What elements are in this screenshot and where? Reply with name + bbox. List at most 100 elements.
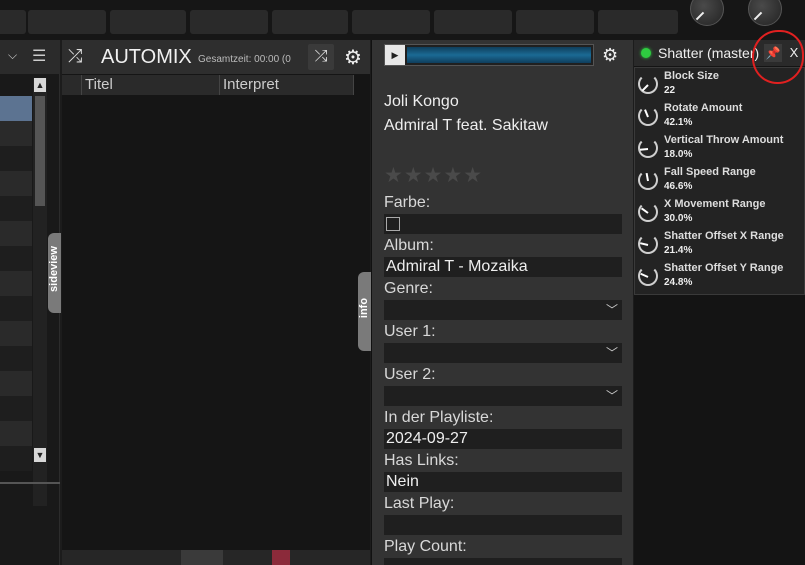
play-icon[interactable]: ▶	[385, 45, 405, 65]
top-button-1[interactable]	[0, 10, 26, 34]
list-item[interactable]	[0, 446, 32, 471]
track-title: Joli Kongo	[384, 93, 459, 110]
param-vertical-throw: Vertical Throw Amount 18.0%	[635, 132, 805, 164]
list-item[interactable]	[0, 196, 32, 221]
list-options-icon[interactable]: ☰	[32, 46, 46, 66]
automix-total-time: Gesamtzeit: 00:00 (0	[198, 54, 291, 65]
param-name: Vertical Throw Amount	[664, 134, 784, 146]
waveform[interactable]	[407, 47, 591, 63]
param-name: Shatter Offset Y Range	[664, 262, 784, 274]
top-button-7[interactable]	[434, 10, 512, 34]
column-header-artist[interactable]: Interpret	[220, 75, 354, 95]
shuffle-icon[interactable]: ⤮	[68, 46, 82, 67]
album-field[interactable]: Admiral T - Mozaika	[384, 257, 622, 277]
param-name: Shatter Offset X Range	[664, 230, 784, 242]
list-item-selected[interactable]	[0, 96, 32, 121]
param-x-movement: X Movement Range 30.0%	[635, 196, 805, 228]
knob-icon[interactable]	[638, 234, 658, 254]
scroll-up-icon[interactable]: ▲	[34, 78, 46, 92]
lastplay-field[interactable]	[384, 515, 622, 535]
shuffle-button[interactable]: ⤮	[308, 44, 334, 70]
info-panel: ▶ ⚙ Joli Kongo Admiral T feat. Sakitaw ★…	[371, 40, 633, 565]
knob-icon[interactable]	[638, 138, 658, 158]
field-label-genre: Genre:	[384, 280, 433, 297]
deck-knob-left[interactable]	[690, 0, 724, 26]
color-field[interactable]	[384, 214, 622, 234]
knob-icon[interactable]	[638, 202, 658, 222]
list-item[interactable]	[0, 396, 32, 421]
links-field[interactable]: Nein	[384, 472, 622, 492]
field-label-user1: User 1:	[384, 323, 436, 340]
list-item[interactable]	[0, 246, 32, 271]
param-value: 21.4%	[664, 245, 693, 256]
app-window: ⌵ ☰ ▲ ▼ sideview ⤮ AUTOMIX Gesamtzeit: 0…	[0, 0, 805, 565]
effect-panel: Shatter (master) 📌 X Block Size 22 Rotat…	[634, 40, 805, 565]
list-item[interactable]	[0, 146, 32, 171]
field-label-lastplay: Last Play:	[384, 495, 455, 512]
toolbar-button-active[interactable]	[181, 550, 223, 565]
genre-dropdown[interactable]: ﹀	[384, 300, 622, 320]
browser-header: ⌵ ☰	[0, 40, 60, 74]
list-item[interactable]	[0, 371, 32, 396]
list-scrollbar[interactable]: ▲ ▼	[33, 78, 47, 506]
param-name: Rotate Amount	[664, 102, 743, 114]
param-value: 24.8%	[664, 277, 693, 288]
field-label-playcount: Play Count:	[384, 538, 467, 555]
effect-active-led[interactable]	[641, 48, 651, 58]
chevron-down-icon[interactable]: ⌵	[8, 48, 17, 63]
list-item[interactable]	[0, 271, 32, 296]
knob-icon[interactable]	[638, 74, 658, 94]
rating-stars[interactable]: ★★★★★	[384, 163, 483, 188]
color-checkbox[interactable]	[386, 217, 400, 231]
top-button-8[interactable]	[516, 10, 594, 34]
knob-icon[interactable]	[638, 170, 658, 190]
automix-title: AUTOMIX	[101, 46, 192, 68]
param-offset-y: Shatter Offset Y Range 24.8%	[635, 260, 805, 292]
list-item[interactable]	[0, 346, 32, 371]
top-button-2[interactable]	[28, 10, 106, 34]
param-value: 22	[664, 85, 676, 96]
scroll-down-icon[interactable]: ▼	[34, 448, 46, 462]
top-toolbar	[0, 0, 805, 40]
param-value: 42.1%	[664, 117, 693, 128]
chevron-down-icon[interactable]: ﹀	[606, 300, 618, 320]
sideview-label: sideview	[48, 246, 60, 292]
column-header-title[interactable]: Titel	[82, 75, 220, 95]
top-button-4[interactable]	[190, 10, 268, 34]
toolbar-button-red[interactable]	[272, 550, 290, 565]
user2-dropdown[interactable]: ﹀	[384, 386, 622, 406]
param-value: 18.0%	[664, 149, 693, 160]
user1-dropdown[interactable]: ﹀	[384, 343, 622, 363]
field-label-farbe: Farbe:	[384, 194, 431, 211]
track-artist: Admiral T feat. Sakitaw	[384, 117, 548, 134]
list-item[interactable]	[0, 121, 32, 146]
chevron-down-icon[interactable]: ﹀	[606, 343, 618, 363]
list-item[interactable]	[0, 421, 32, 446]
column-header-index[interactable]	[62, 75, 82, 95]
knob-icon[interactable]	[638, 266, 658, 286]
playlist-date-field[interactable]: 2024-09-27	[384, 429, 622, 449]
param-value: 46.6%	[664, 181, 693, 192]
param-rotate-amount: Rotate Amount 42.1%	[635, 100, 805, 132]
list-item[interactable]	[0, 171, 32, 196]
top-button-5[interactable]	[272, 10, 348, 34]
list-item[interactable]	[0, 321, 32, 346]
sideview-tab[interactable]: sideview	[48, 233, 61, 313]
field-label-album: Album:	[384, 237, 434, 254]
deck-knob-right[interactable]	[748, 0, 782, 26]
field-label-links: Has Links:	[384, 452, 459, 469]
scrollbar-thumb[interactable]	[35, 96, 45, 206]
param-fall-speed: Fall Speed Range 46.6%	[635, 164, 805, 196]
info-settings-icon[interactable]: ⚙	[602, 45, 618, 66]
chevron-down-icon[interactable]: ﹀	[606, 386, 618, 406]
info-tab[interactable]: info	[358, 272, 371, 351]
knob-icon[interactable]	[638, 106, 658, 126]
list-item[interactable]	[0, 296, 32, 321]
top-button-9[interactable]	[598, 10, 678, 34]
effect-parameters: Block Size 22 Rotate Amount 42.1% Vertic…	[634, 67, 805, 295]
top-button-6[interactable]	[352, 10, 430, 34]
top-button-3[interactable]	[110, 10, 186, 34]
automix-settings-icon[interactable]: ⚙	[344, 45, 362, 70]
list-item[interactable]	[0, 221, 32, 246]
playcount-field[interactable]	[384, 558, 622, 565]
